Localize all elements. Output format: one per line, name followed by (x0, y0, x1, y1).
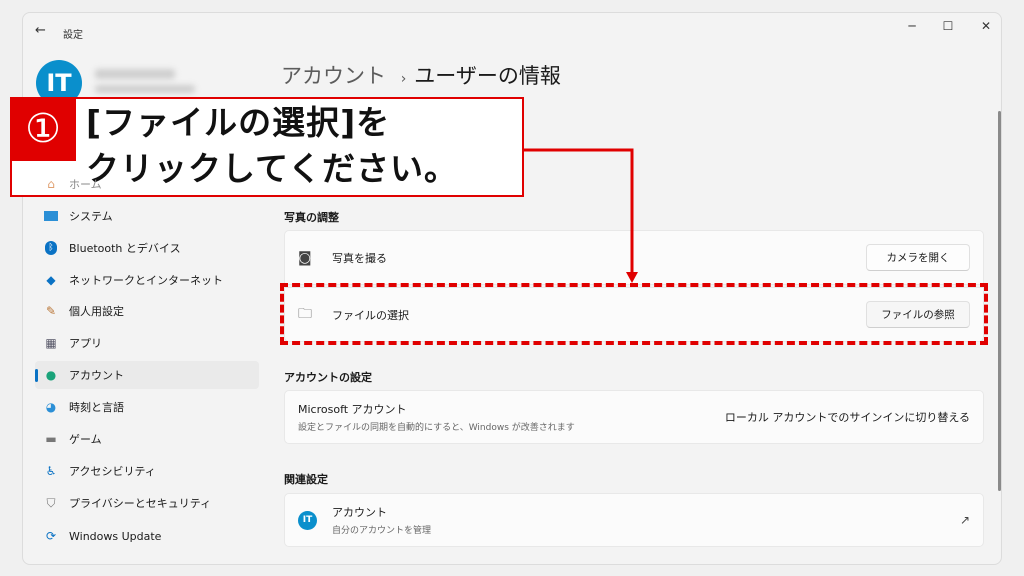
arrow-head (626, 272, 638, 283)
arrow-line (524, 148, 634, 274)
home-icon: ⌂ (47, 177, 55, 191)
highlight-choose-file (280, 283, 988, 345)
sidebar-item-home[interactable]: ⌂ ホーム (35, 170, 259, 198)
